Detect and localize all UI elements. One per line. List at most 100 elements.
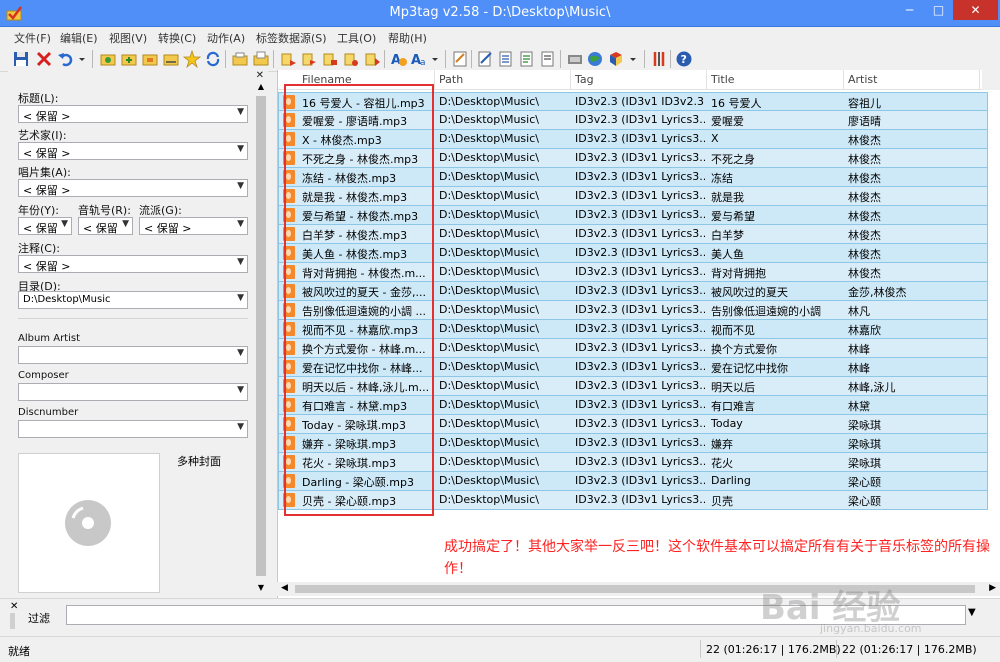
undo-dropdown-icon[interactable]	[77, 50, 87, 68]
filter-close-icon[interactable]: ✕	[10, 601, 18, 612]
maximize-button[interactable]: □	[925, 0, 952, 20]
web-source-icon[interactable]	[586, 50, 604, 68]
column-divider[interactable]	[979, 70, 980, 90]
add-dir-icon[interactable]	[120, 50, 138, 68]
table-row[interactable]: 就是我 - 林俊杰.mp3 D:\Desktop\Music\ ID3v2.3 (I…	[278, 187, 988, 206]
chevron-down-icon[interactable]: ▼	[968, 607, 976, 618]
menu-tools[interactable]: 工具(O)	[337, 30, 376, 46]
star-icon[interactable]	[183, 50, 201, 68]
column-divider[interactable]	[843, 70, 844, 90]
scrollbar-thumb[interactable]	[256, 96, 266, 576]
table-row[interactable]: Darling - 梁心颐.mp3 D:\Desktop\Music\ ID3v2.…	[278, 472, 988, 491]
text-tag-icon[interactable]	[342, 50, 360, 68]
scroll-down-icon[interactable]: ▼	[254, 583, 268, 592]
freedb-dropdown-icon[interactable]	[628, 50, 638, 68]
close-button[interactable]: ✕	[953, 0, 998, 20]
table-row[interactable]: 被风吹过的夏天 - 金莎,... D:\Desktop\Music\ ID3v2.3…	[278, 282, 988, 301]
table-row[interactable]: 视而不见 - 林嘉欣.mp3 D:\Desktop\Music\ ID3v2.3 (…	[278, 320, 988, 339]
actions-icon[interactable]: A	[390, 50, 408, 68]
table-row[interactable]: 花火 - 梁咏琪.mp3 D:\Desktop\Music\ ID3v2.3 (ID…	[278, 453, 988, 472]
path-cell: D:\Desktop\Music\	[439, 417, 539, 430]
export-icon[interactable]	[363, 50, 381, 68]
filename-tag-icon[interactable]	[300, 50, 318, 68]
menu-edit[interactable]: 编辑(E)	[60, 30, 98, 46]
playlist-icon[interactable]	[518, 50, 536, 68]
freedb-icon[interactable]	[607, 50, 625, 68]
tag-source-icon[interactable]	[497, 50, 515, 68]
table-row[interactable]: 贝壳 - 梁心颐.mp3 D:\Desktop\Music\ ID3v2.3 (ID…	[278, 491, 988, 510]
table-row[interactable]: Today - 梁咏琪.mp3 D:\Desktop\Music\ ID3v2.3 …	[278, 415, 988, 434]
remove-tag-icon[interactable]	[35, 50, 53, 68]
column-title[interactable]: Title	[711, 73, 735, 86]
table-row[interactable]: 告别像低迴遠婉的小調 ... D:\Desktop\Music\ ID3v2.3 (…	[278, 301, 988, 320]
table-row[interactable]: 背对背拥抱 - 林俊杰.m... D:\Desktop\Music\ ID3v2.3…	[278, 263, 988, 282]
save-icon[interactable]	[12, 50, 30, 68]
status-total: 22 (01:26:17 | 176.2MB)	[842, 643, 977, 656]
artist-field[interactable]: < 保留 > ▼	[18, 142, 248, 160]
track-field[interactable]: < 保留 ▼	[78, 217, 133, 235]
change-dir-icon[interactable]	[99, 50, 117, 68]
album-artist-field[interactable]: ▼	[18, 346, 248, 364]
table-row[interactable]: 爱喔爱 - 廖语晴.mp3 D:\Desktop\Music\ ID3v2.3 (I…	[278, 111, 988, 130]
copy-tag-icon[interactable]	[252, 50, 270, 68]
table-row[interactable]: X - 林俊杰.mp3 D:\Desktop\Music\ ID3v2.3 (ID3…	[278, 130, 988, 149]
column-artist[interactable]: Artist	[848, 73, 877, 86]
help-icon[interactable]: ?	[675, 50, 693, 68]
tag-panel-close-icon[interactable]: ✕	[256, 70, 264, 81]
select-all-icon[interactable]	[231, 50, 249, 68]
table-row[interactable]: 冻结 - 林俊杰.mp3 D:\Desktop\Music\ ID3v2.3 (ID…	[278, 168, 988, 187]
autonumber-icon[interactable]	[451, 50, 469, 68]
directory-field[interactable]: D:\Desktop\Music ▼	[18, 291, 248, 309]
table-row[interactable]: 有口难言 - 林黛.mp3 D:\Desktop\Music\ ID3v2.3 (I…	[278, 396, 988, 415]
file-list-scrollbar[interactable]	[982, 70, 1000, 90]
menu-tag-sources[interactable]: 标签数据源(S)	[256, 30, 327, 46]
actions-dropdown-icon[interactable]	[430, 50, 440, 68]
title-field[interactable]: < 保留 > ▼	[18, 105, 248, 123]
menu-view[interactable]: 视图(V)	[109, 30, 147, 46]
table-row[interactable]: 爱在记忆中找你 - 林峰... D:\Desktop\Music\ ID3v2.3 …	[278, 358, 988, 377]
scroll-left-icon[interactable]: ◀	[281, 583, 288, 593]
table-row[interactable]: 换个方式爱你 - 林峰.m... D:\Desktop\Music\ ID3v2.3…	[278, 339, 988, 358]
tag-panel-scrollbar[interactable]: ▲ ▼	[254, 82, 268, 592]
title-field-value: < 保留 >	[23, 110, 71, 123]
table-row[interactable]: 16 号爱人 - 容祖儿.mp3 D:\Desktop\Music\ ID3v2.3…	[278, 92, 988, 111]
scroll-up-icon[interactable]: ▲	[254, 82, 268, 91]
column-path[interactable]: Path	[439, 73, 463, 86]
scroll-right-icon[interactable]: ▶	[989, 583, 996, 593]
cover-art[interactable]	[18, 453, 160, 593]
discogs-icon[interactable]	[566, 50, 584, 68]
tag-filename-icon[interactable]	[279, 50, 297, 68]
filename-filename-icon[interactable]	[321, 50, 339, 68]
table-row[interactable]: 嫌弃 - 梁咏琪.mp3 D:\Desktop\Music\ ID3v2.3 (ID…	[278, 434, 988, 453]
album-field[interactable]: < 保留 > ▼	[18, 179, 248, 197]
undo-icon[interactable]	[57, 50, 75, 68]
column-divider[interactable]	[434, 70, 435, 90]
column-divider[interactable]	[570, 70, 571, 90]
menu-file[interactable]: 文件(F)	[14, 30, 51, 46]
genre-field[interactable]: < 保留 > ▼	[139, 217, 248, 235]
actions-quick-icon[interactable]: Aa	[410, 50, 428, 68]
composer-field[interactable]: ▼	[18, 383, 248, 401]
column-tag[interactable]: Tag	[575, 73, 594, 86]
tag-cell: ID3v2.3 (ID3v1 Lyrics3...	[575, 113, 705, 126]
menu-actions[interactable]: 动作(A)	[207, 30, 245, 46]
favorites-icon[interactable]	[141, 50, 159, 68]
table-row[interactable]: 爱与希望 - 林俊杰.mp3 D:\Desktop\Music\ ID3v2.3 (…	[278, 206, 988, 225]
text-file-icon[interactable]	[539, 50, 557, 68]
table-row[interactable]: 美人鱼 - 林俊杰.mp3 D:\Desktop\Music\ ID3v2.3 (I…	[278, 244, 988, 263]
table-row[interactable]: 白羊梦 - 林俊杰.mp3 D:\Desktop\Music\ ID3v2.3 (I…	[278, 225, 988, 244]
year-field[interactable]: < 保留 ▼	[18, 217, 72, 235]
comment-field[interactable]: < 保留 > ▼	[18, 255, 248, 273]
options-icon[interactable]	[650, 50, 668, 68]
table-row[interactable]: 不死之身 - 林俊杰.mp3 D:\Desktop\Music\ ID3v2.3 (…	[278, 149, 988, 168]
edit-icon[interactable]	[476, 50, 494, 68]
table-row[interactable]: 明天以后 - 林峰,泳儿.m... D:\Desktop\Music\ ID3v2.…	[278, 377, 988, 396]
menu-help[interactable]: 帮助(H)	[388, 30, 427, 46]
minimize-button[interactable]: ─	[896, 0, 923, 20]
open-folder-icon[interactable]	[162, 50, 180, 68]
discnumber-field[interactable]: ▼	[18, 420, 248, 438]
refresh-icon[interactable]	[204, 50, 222, 68]
menu-convert[interactable]: 转换(C)	[158, 30, 196, 46]
column-divider[interactable]	[706, 70, 707, 90]
column-filename[interactable]: Filename	[302, 73, 352, 86]
